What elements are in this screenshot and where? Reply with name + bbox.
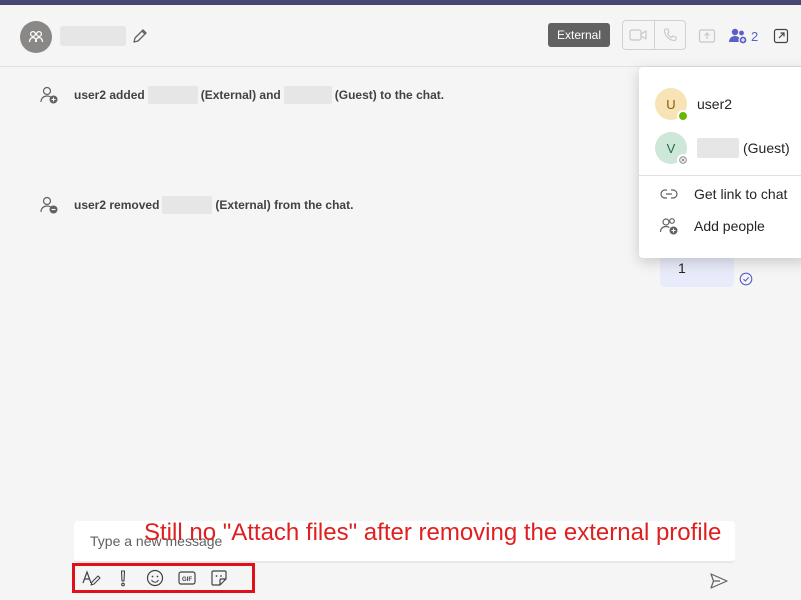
avatar-initial: V <box>666 140 676 156</box>
system-message-added: user2 added (External) and (Guest) to th… <box>38 84 444 106</box>
status-offline-icon <box>677 154 689 166</box>
participant-guest[interactable]: V (Guest) <box>655 132 790 166</box>
gif-button[interactable]: GIF <box>177 568 197 588</box>
participants-popup: U user2 V (Guest) Get link to chat Add p… <box>639 67 801 258</box>
call-buttons <box>622 20 686 50</box>
emoji-button[interactable] <box>145 568 165 588</box>
participant-count: 2 <box>751 28 759 44</box>
popup-divider <box>639 175 801 176</box>
message-actor: user2 <box>74 88 107 102</box>
format-button[interactable] <box>81 568 101 588</box>
message-role-guest: (Guest) to the chat. <box>334 88 445 102</box>
priority-button[interactable] <box>113 568 133 588</box>
add-people-icon <box>659 216 679 236</box>
svg-text:GIF: GIF <box>182 577 192 583</box>
composer-toolbar-highlighted: GIF <box>72 563 255 593</box>
my-message-text: 1 <box>678 260 686 276</box>
audio-call-button[interactable] <box>653 21 686 49</box>
message-actor: user2 <box>74 198 107 212</box>
external-badge: External <box>548 23 611 47</box>
add-person-icon <box>38 84 60 106</box>
chat-header: External 2 <box>0 5 801 67</box>
edit-name-pencil-icon[interactable] <box>130 26 150 46</box>
video-camera-icon <box>629 29 647 41</box>
redacted-user <box>162 196 213 214</box>
annotation-text: Still no "Attach files" after removing t… <box>144 519 722 546</box>
share-tray-icon <box>698 29 716 43</box>
message-verb: removed <box>109 198 160 212</box>
avatar-initial: U <box>666 96 676 112</box>
sticker-button[interactable] <box>209 568 229 588</box>
send-button[interactable] <box>708 571 730 591</box>
sticker-icon <box>211 570 227 586</box>
avatar: U <box>655 88 689 122</box>
message-role-external: (External) and <box>200 88 281 102</box>
people-icon <box>729 28 748 45</box>
pop-out-icon <box>773 28 789 44</box>
redacted-user <box>283 86 332 104</box>
remove-person-icon <box>38 194 60 216</box>
participants-button[interactable]: 2 <box>728 23 758 49</box>
pop-out-chat-button[interactable] <box>770 25 792 47</box>
format-text-icon <box>82 570 101 586</box>
exclamation-icon <box>120 570 126 587</box>
share-screen-button[interactable] <box>696 25 718 47</box>
participant-name: (Guest) <box>743 140 790 156</box>
group-chat-avatar[interactable] <box>20 21 52 53</box>
group-people-icon <box>28 30 44 43</box>
add-people-button[interactable]: Add people <box>659 216 765 236</box>
action-label: Add people <box>694 218 765 234</box>
avatar: V <box>655 132 689 166</box>
redacted-user <box>147 86 198 104</box>
emoji-icon <box>146 569 164 587</box>
status-available-icon <box>677 110 689 122</box>
participant-name: user2 <box>697 96 733 112</box>
redacted-user <box>697 138 739 158</box>
message-verb: added <box>109 88 145 102</box>
action-label: Get link to chat <box>694 186 788 202</box>
send-icon <box>710 573 728 589</box>
chat-name-redacted <box>60 26 126 46</box>
message-role-external: (External) from the chat. <box>215 198 354 212</box>
video-call-button[interactable] <box>623 21 654 49</box>
link-icon <box>659 184 679 204</box>
read-receipt-check-icon <box>739 272 753 286</box>
gif-icon: GIF <box>178 571 196 585</box>
phone-icon <box>663 28 677 42</box>
participant-user2[interactable]: U user2 <box>655 88 733 122</box>
get-link-to-chat-button[interactable]: Get link to chat <box>659 184 787 204</box>
system-message-removed: user2 removed (External) from the chat. <box>38 194 353 216</box>
